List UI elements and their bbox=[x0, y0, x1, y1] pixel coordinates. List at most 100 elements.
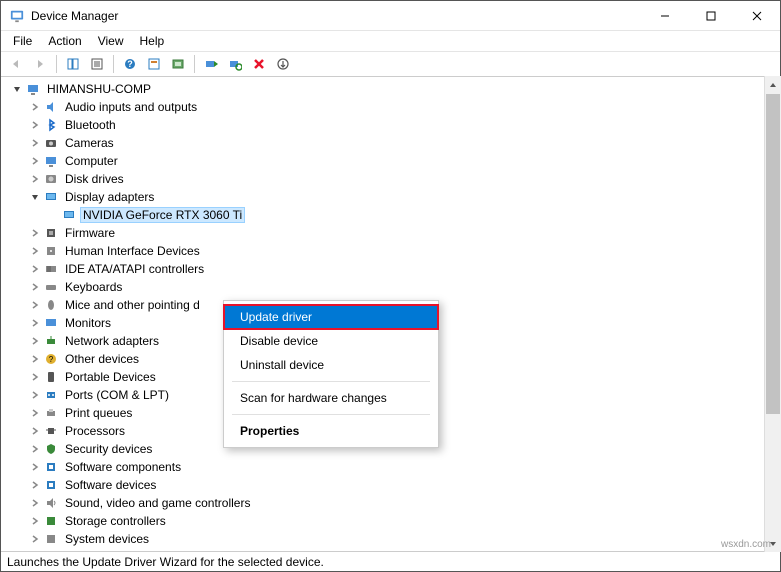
display-icon bbox=[61, 207, 77, 223]
category-label: Portable Devices bbox=[63, 370, 158, 384]
network-icon bbox=[43, 333, 59, 349]
tree-category[interactable]: Audio inputs and outputs bbox=[1, 98, 780, 116]
help-button[interactable]: ? bbox=[119, 53, 141, 75]
chevron-right-icon[interactable] bbox=[27, 135, 43, 151]
view-menu-button[interactable] bbox=[167, 53, 189, 75]
scroll-thumb[interactable] bbox=[766, 94, 780, 414]
chevron-right-icon[interactable] bbox=[27, 297, 43, 313]
uninstall-button[interactable] bbox=[248, 53, 270, 75]
other-icon: ? bbox=[43, 351, 59, 367]
tree-device[interactable]: NVIDIA GeForce RTX 3060 Ti bbox=[1, 206, 780, 224]
chevron-right-icon[interactable] bbox=[27, 117, 43, 133]
chevron-right-icon[interactable] bbox=[27, 369, 43, 385]
spacer bbox=[45, 207, 61, 223]
chevron-down-icon[interactable] bbox=[9, 81, 25, 97]
category-label: Monitors bbox=[63, 316, 113, 330]
chevron-right-icon[interactable] bbox=[27, 495, 43, 511]
category-label: Audio inputs and outputs bbox=[63, 100, 199, 114]
tree-category[interactable]: Disk drives bbox=[1, 170, 780, 188]
chevron-right-icon[interactable] bbox=[27, 279, 43, 295]
scan-hardware-button[interactable] bbox=[224, 53, 246, 75]
chevron-right-icon[interactable] bbox=[27, 513, 43, 529]
chevron-down-icon[interactable] bbox=[27, 189, 43, 205]
software-icon bbox=[43, 477, 59, 493]
display-icon bbox=[43, 189, 59, 205]
category-label: Bluetooth bbox=[63, 118, 118, 132]
tree-root[interactable]: HIMANSHU-COMP bbox=[1, 80, 780, 98]
chevron-right-icon[interactable] bbox=[27, 315, 43, 331]
menu-action[interactable]: Action bbox=[40, 32, 89, 50]
minimize-button[interactable] bbox=[642, 1, 688, 31]
tree-category[interactable]: IDE ATA/ATAPI controllers bbox=[1, 260, 780, 278]
mouse-icon bbox=[43, 297, 59, 313]
menu-view[interactable]: View bbox=[90, 32, 132, 50]
chevron-right-icon[interactable] bbox=[27, 531, 43, 547]
ctx-separator bbox=[232, 414, 430, 415]
scroll-up-icon[interactable] bbox=[765, 76, 781, 93]
tree-category[interactable]: Display adapters bbox=[1, 188, 780, 206]
chevron-right-icon[interactable] bbox=[27, 423, 43, 439]
tree-category[interactable]: Bluetooth bbox=[1, 116, 780, 134]
maximize-button[interactable] bbox=[688, 1, 734, 31]
properties-button[interactable] bbox=[86, 53, 108, 75]
chevron-right-icon[interactable] bbox=[27, 243, 43, 259]
chevron-right-icon[interactable] bbox=[27, 153, 43, 169]
chevron-right-icon[interactable] bbox=[27, 171, 43, 187]
category-label: Keyboards bbox=[63, 280, 124, 294]
title-bar: Device Manager bbox=[1, 1, 780, 31]
ctx-disable-device[interactable]: Disable device bbox=[224, 329, 438, 353]
security-icon bbox=[43, 441, 59, 457]
chevron-right-icon[interactable] bbox=[27, 459, 43, 475]
disk-icon bbox=[43, 171, 59, 187]
chevron-right-icon[interactable] bbox=[27, 99, 43, 115]
forward-button[interactable] bbox=[29, 53, 51, 75]
tree-category[interactable]: System devices bbox=[1, 530, 780, 548]
update-driver-button[interactable] bbox=[200, 53, 222, 75]
add-legacy-button[interactable] bbox=[272, 53, 294, 75]
close-button[interactable] bbox=[734, 1, 780, 31]
chevron-right-icon[interactable] bbox=[27, 261, 43, 277]
category-label: Sound, video and game controllers bbox=[63, 496, 252, 510]
chevron-right-icon[interactable] bbox=[27, 405, 43, 421]
audio-icon bbox=[43, 99, 59, 115]
tree-category[interactable]: Firmware bbox=[1, 224, 780, 242]
chevron-right-icon[interactable] bbox=[27, 477, 43, 493]
tree-category[interactable]: Keyboards bbox=[1, 278, 780, 296]
category-label: Mice and other pointing d bbox=[63, 298, 202, 312]
category-label: Disk drives bbox=[63, 172, 126, 186]
tree-category[interactable]: Software devices bbox=[1, 476, 780, 494]
chevron-right-icon[interactable] bbox=[27, 225, 43, 241]
vertical-scrollbar[interactable] bbox=[764, 76, 781, 552]
status-bar: Launches the Update Driver Wizard for th… bbox=[1, 551, 780, 571]
chevron-right-icon[interactable] bbox=[27, 351, 43, 367]
software-icon bbox=[43, 459, 59, 475]
tree-category[interactable]: Computer bbox=[1, 152, 780, 170]
monitor-icon bbox=[43, 315, 59, 331]
category-label: Software devices bbox=[63, 478, 158, 492]
back-button[interactable] bbox=[5, 53, 27, 75]
category-label: Software components bbox=[63, 460, 183, 474]
tree-category[interactable]: Human Interface Devices bbox=[1, 242, 780, 260]
show-hide-tree-button[interactable] bbox=[62, 53, 84, 75]
ctx-uninstall-device[interactable]: Uninstall device bbox=[224, 353, 438, 377]
menu-file[interactable]: File bbox=[5, 32, 40, 50]
device-tree[interactable]: HIMANSHU-COMP Audio inputs and outputs Bl… bbox=[1, 77, 780, 551]
chevron-right-icon[interactable] bbox=[27, 441, 43, 457]
sound-icon bbox=[43, 495, 59, 511]
ctx-properties[interactable]: Properties bbox=[224, 419, 438, 443]
tree-category[interactable]: Cameras bbox=[1, 134, 780, 152]
category-label: Ports (COM & LPT) bbox=[63, 388, 171, 402]
tree-category[interactable]: Sound, video and game controllers bbox=[1, 494, 780, 512]
ctx-update-driver[interactable]: Update driver bbox=[224, 305, 438, 329]
action-menu-button[interactable] bbox=[143, 53, 165, 75]
chevron-right-icon[interactable] bbox=[27, 387, 43, 403]
menu-help[interactable]: Help bbox=[132, 32, 173, 50]
tree-category[interactable]: Software components bbox=[1, 458, 780, 476]
keyboard-icon bbox=[43, 279, 59, 295]
ctx-scan-hardware[interactable]: Scan for hardware changes bbox=[224, 386, 438, 410]
svg-text:?: ? bbox=[49, 355, 54, 364]
tree-category[interactable]: Storage controllers bbox=[1, 512, 780, 530]
portable-icon bbox=[43, 369, 59, 385]
root-label: HIMANSHU-COMP bbox=[45, 82, 153, 96]
chevron-right-icon[interactable] bbox=[27, 333, 43, 349]
